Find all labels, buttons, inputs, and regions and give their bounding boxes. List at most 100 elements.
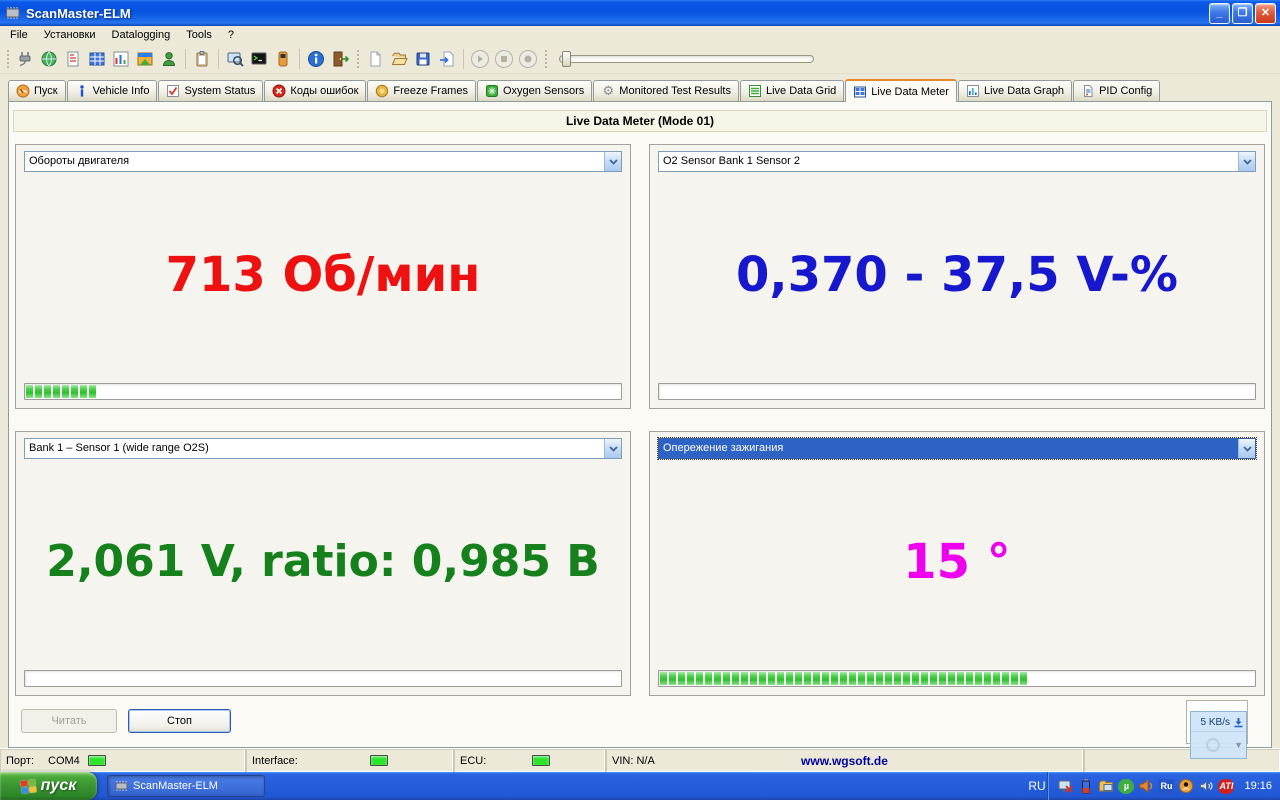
tab-live-data-meter[interactable]: Live Data Meter (845, 79, 957, 102)
vehicle-info-icon (75, 84, 89, 98)
stop-button[interactable]: Стоп (128, 709, 231, 733)
meter-progress (658, 383, 1256, 400)
messenger-icon[interactable] (1178, 778, 1194, 794)
taskbar: пуск ScanMaster-ELM RU µ Ru ATI 19:16 (0, 772, 1280, 800)
play-icon[interactable] (468, 47, 492, 71)
tab-pid-config[interactable]: PID Config (1073, 80, 1160, 101)
battery-icon[interactable] (1078, 778, 1094, 794)
toolbar-grip[interactable] (5, 50, 10, 68)
menu-settings[interactable]: Установки (36, 27, 104, 43)
clock[interactable]: 19:16 (1244, 780, 1272, 792)
export-icon[interactable] (435, 47, 459, 71)
meter-progress (658, 670, 1256, 687)
refresh-ghost-icon (1206, 738, 1220, 752)
pid-select[interactable]: Опережение зажигания (658, 438, 1256, 459)
chevron-down-icon[interactable] (1238, 439, 1255, 458)
meter-progress-fill (26, 385, 97, 398)
meter-window-icon[interactable] (133, 47, 157, 71)
speed-trackbar[interactable] (559, 55, 814, 63)
tab-strip: Пуск Vehicle Info System Status Коды оши… (8, 78, 1272, 101)
utorrent-icon[interactable]: µ (1118, 779, 1134, 794)
collapse-arrow-icon[interactable]: ▼ (1234, 740, 1243, 750)
report-icon[interactable] (61, 47, 85, 71)
task-label: ScanMaster-ELM (133, 780, 218, 792)
ecu-label: ECU: (460, 755, 486, 767)
tab-live-data-graph[interactable]: Live Data Graph (958, 80, 1072, 101)
pid-select[interactable]: O2 Sensor Bank 1 Sensor 2 (658, 151, 1256, 172)
tab-oxygen-sensors[interactable]: Oxygen Sensors (477, 80, 592, 101)
pid-select[interactable]: Обороты двигателя (24, 151, 622, 172)
meter-panel-wide-range-o2: Bank 1 – Sensor 1 (wide range O2S) 2,061… (15, 431, 631, 696)
volume-icon[interactable] (1198, 778, 1214, 794)
tab-label: Vehicle Info (93, 85, 150, 97)
status-interface-panel: Interface: (246, 749, 454, 772)
chevron-down-icon[interactable] (1238, 152, 1255, 171)
net-speed-widget[interactable]: 5 KB/s ▼ (1190, 711, 1247, 759)
meter-progress (24, 670, 622, 687)
ati-icon[interactable]: ATI (1218, 779, 1234, 794)
open-file-icon[interactable] (387, 47, 411, 71)
tab-start[interactable]: Пуск (8, 80, 66, 101)
menu-file[interactable]: File (2, 27, 36, 43)
chart-icon[interactable] (109, 47, 133, 71)
tab-label: PID Config (1099, 85, 1152, 97)
minimize-button[interactable]: _ (1209, 3, 1230, 24)
tab-monitored-tests[interactable]: ⚙ Monitored Test Results (593, 80, 739, 101)
tab-system-status[interactable]: System Status (158, 80, 263, 101)
windows-flag-icon (20, 779, 36, 793)
tab-freeze-frames[interactable]: Freeze Frames (367, 80, 476, 101)
clipboard-icon[interactable] (190, 47, 214, 71)
chevron-down-icon[interactable] (604, 152, 621, 171)
info-icon[interactable] (304, 47, 328, 71)
close-button[interactable]: ✕ (1255, 3, 1276, 24)
user-icon[interactable] (157, 47, 181, 71)
device-icon[interactable] (271, 47, 295, 71)
menu-bar: File Установки Datalogging Tools ? (0, 26, 1280, 44)
save-icon[interactable] (411, 47, 435, 71)
toolbar (0, 44, 1280, 74)
website-link[interactable]: www.wgsoft.de (606, 754, 1083, 768)
live-data-meter-page: Live Data Meter (Mode 01) Обороты двигат… (8, 101, 1272, 748)
new-file-icon[interactable] (363, 47, 387, 71)
taskbar-task-scanmaster[interactable]: ScanMaster-ELM (107, 775, 265, 797)
meter-value: 2,061 V, ratio: 0,985 B (24, 462, 622, 661)
speed-rate: 5 KB/s (1201, 717, 1230, 728)
start-button[interactable]: пуск (0, 772, 97, 800)
trackbar-thumb[interactable] (562, 51, 571, 67)
status-led (88, 755, 106, 766)
window-title: ScanMaster-ELM (26, 6, 1209, 21)
maximize-button[interactable]: ❐ (1232, 3, 1253, 24)
meter-panel-rpm: Обороты двигателя 713 Об/мин (15, 144, 631, 409)
tab-live-data-grid[interactable]: Live Data Grid (740, 80, 844, 101)
megaphone-icon[interactable] (1138, 778, 1154, 794)
exit-icon[interactable] (328, 47, 352, 71)
tab-label: Monitored Test Results (619, 85, 731, 97)
interface-label: Interface: (252, 755, 298, 767)
meter-value: 15 ° (658, 462, 1256, 661)
tab-label: Пуск (34, 85, 58, 97)
menu-tools[interactable]: Tools (178, 27, 220, 43)
folder-tray-icon[interactable] (1098, 778, 1114, 794)
record-icon[interactable] (516, 47, 540, 71)
search-screen-icon[interactable] (223, 47, 247, 71)
tab-vehicle-info[interactable]: Vehicle Info (67, 80, 158, 101)
globe-icon[interactable] (37, 47, 61, 71)
toolbar-grip[interactable] (355, 50, 360, 68)
stop-icon[interactable] (492, 47, 516, 71)
start-label: пуск (41, 777, 77, 795)
pid-select[interactable]: Bank 1 – Sensor 1 (wide range O2S) (24, 438, 622, 459)
data-grid-icon[interactable] (85, 47, 109, 71)
connect-icon[interactable] (13, 47, 37, 71)
live-data-meter-icon (853, 85, 867, 99)
app-chip-icon[interactable] (4, 5, 22, 21)
read-button[interactable]: Читать (21, 709, 117, 733)
terminal-icon[interactable] (247, 47, 271, 71)
menu-help[interactable]: ? (220, 27, 242, 43)
chevron-down-icon[interactable] (604, 439, 621, 458)
tab-error-codes[interactable]: Коды ошибок (264, 80, 366, 101)
network-offline-icon[interactable] (1058, 778, 1074, 794)
tray-language-badge[interactable]: Ru (1158, 779, 1174, 794)
menu-datalogging[interactable]: Datalogging (104, 27, 179, 43)
pid-select-value: O2 Sensor Bank 1 Sensor 2 (659, 152, 1238, 171)
toolbar-grip[interactable] (543, 50, 548, 68)
